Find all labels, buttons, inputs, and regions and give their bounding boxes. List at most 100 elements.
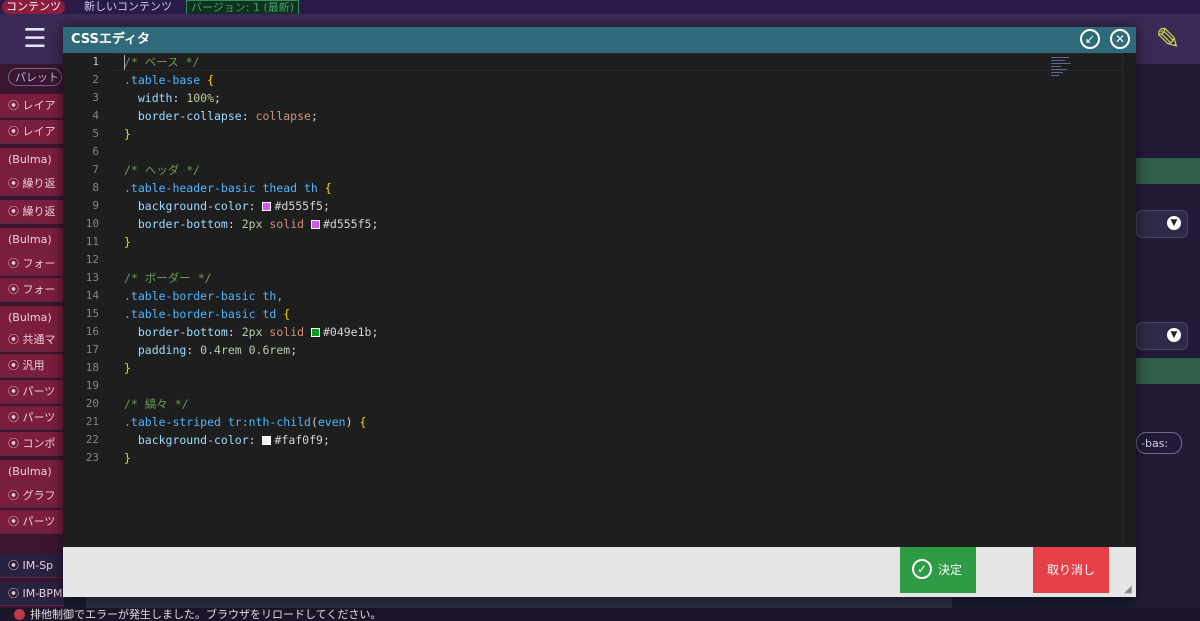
palette-item[interactable]: ⦿ フォー — [0, 278, 64, 302]
tab-content[interactable]: コンテンツ — [2, 0, 65, 14]
code-token: : — [186, 343, 201, 357]
palette-item[interactable]: ⦿ 繰り返 — [0, 200, 64, 224]
code-token: #faf0f9 — [274, 433, 323, 447]
vertical-scrollbar[interactable] — [1122, 53, 1136, 547]
line-number: 1 — [92, 55, 99, 68]
code-token: background-color — [124, 199, 249, 213]
pencil-icon[interactable]: ✎ — [1150, 22, 1186, 58]
code-token: ( — [310, 415, 318, 429]
property-section-header — [1136, 158, 1200, 184]
chevron-down-icon: ▼ — [1167, 216, 1181, 230]
code-token: #049e1b — [322, 325, 372, 339]
code-line: /* 縞々 */ — [124, 395, 189, 413]
line-number: 20 — [85, 397, 99, 410]
palette-item[interactable]: ⦿ IM-Sp — [0, 554, 64, 578]
line-number: 14 — [85, 289, 99, 302]
minimap[interactable] — [1051, 55, 1077, 81]
palette-item[interactable]: (Bulma) — [0, 460, 64, 484]
palette-item[interactable]: ⦿ コンポ — [0, 432, 64, 456]
app-top-bar: コンテンツ 新しいコンテンツ バージョン: 1 (最新) — [0, 0, 1200, 16]
code-token: /* 縞々 */ — [124, 397, 189, 411]
code-token: : — [248, 433, 263, 447]
code-line: .table-header-basic thead th { — [124, 179, 332, 197]
code-token: : — [172, 91, 187, 105]
code-line: } — [124, 449, 131, 467]
code-token: /* ヘッダ */ — [124, 163, 201, 177]
palette-item[interactable]: ⦿ レイア — [0, 120, 64, 144]
line-number: 8 — [92, 181, 99, 194]
code-token: ; — [290, 343, 298, 357]
palette-item[interactable]: ⦿ 汎用 — [0, 354, 64, 378]
code-token: 2px — [241, 217, 270, 231]
code-token: { — [324, 181, 332, 195]
line-number: 21 — [85, 415, 99, 428]
status-message: 排他制御でエラーが発生しました。ブラウザをリロードしてください。 — [30, 608, 382, 621]
code-token: : — [248, 199, 263, 213]
line-number: 10 — [85, 217, 99, 230]
code-token: ; — [322, 433, 330, 447]
palette-item[interactable]: ⦿ パーツ — [0, 406, 64, 430]
code-token: ; — [322, 199, 330, 213]
code-token: #d555f5 — [274, 199, 323, 213]
palette-search[interactable]: パレット — [8, 68, 62, 86]
line-number: 6 — [92, 145, 99, 158]
code-token: { — [283, 307, 291, 321]
property-select[interactable]: ▼ — [1136, 322, 1188, 350]
code-line: border-collapse: collapse; — [124, 107, 318, 125]
palette-item[interactable]: ⦿ パーツ — [0, 380, 64, 404]
code-line: .table-border-basic th, — [124, 287, 283, 305]
code-token: : — [241, 109, 256, 123]
code-token: border-collapse — [124, 109, 242, 123]
palette-item[interactable]: ⦿ 繰り返 — [0, 172, 64, 196]
code-token: 100% — [186, 91, 215, 105]
code-line: border-bottom: 2px solid #d555f5; — [124, 215, 379, 233]
palette-item[interactable]: ⦿ IM-BPM — [0, 582, 64, 606]
code-editor[interactable]: 1 2 3 4 5 6 7 8 9 10 11 12 13 14 15 16 17 18 19 20 21 22 23 /*… — [63, 53, 1136, 547]
property-section-header — [1136, 358, 1200, 384]
resize-grip-icon[interactable]: ◢ — [1124, 585, 1134, 595]
code-line: } — [124, 233, 131, 251]
dialog-footer: ✓ 決定 取り消し ◢ — [63, 547, 1136, 597]
palette-item[interactable]: ⦿ フォー — [0, 252, 64, 276]
code-token: width — [124, 91, 173, 105]
minimize-icon[interactable]: ↙ — [1080, 29, 1100, 49]
code-token: 0.4rem 0.6rem — [200, 343, 291, 357]
property-select[interactable]: ▼ — [1136, 210, 1188, 238]
palette-item[interactable]: ⦿ パーツ — [0, 510, 64, 534]
code-token: ; — [310, 109, 318, 123]
line-number: 19 — [85, 379, 99, 392]
palette-item[interactable]: ⦿ グラフ — [0, 484, 64, 508]
code-token: solid — [269, 325, 311, 339]
code-token: { — [207, 73, 215, 87]
line-number-gutter: 1 2 3 4 5 6 7 8 9 10 11 12 13 14 15 16 17 18 19 20 21 22 23 — [63, 53, 111, 547]
text-cursor — [124, 55, 125, 70]
line-number: 18 — [85, 361, 99, 374]
palette-item[interactable]: ⦿ レイア — [0, 94, 64, 118]
code-token: border-bottom — [124, 325, 228, 339]
line-number: 5 — [92, 127, 99, 140]
code-line: /* ヘッダ */ — [124, 161, 200, 179]
layers-icon[interactable]: ☰ — [18, 22, 52, 56]
tab-new-content[interactable]: 新しいコンテンツ — [80, 0, 176, 14]
code-token: /* ボーダー */ — [124, 271, 212, 285]
code-token: } — [124, 451, 131, 465]
code-token: 2px — [241, 325, 270, 339]
palette-item[interactable]: (Bulma) — [0, 148, 64, 172]
line-number: 2 — [92, 73, 99, 86]
color-swatch[interactable] — [262, 436, 272, 445]
line-number: 13 — [85, 271, 99, 284]
ok-button[interactable]: ✓ 決定 — [900, 547, 976, 593]
cancel-button[interactable]: 取り消し — [1033, 547, 1109, 593]
palette-item[interactable]: (Bulma) — [0, 306, 64, 330]
dialog-title: CSSエディタ — [71, 32, 151, 47]
class-input[interactable]: -bas: — [1136, 432, 1182, 454]
palette-item[interactable]: (Bulma) — [0, 228, 64, 252]
color-swatch[interactable] — [310, 220, 320, 229]
code-token: .table-border-basic td — [124, 307, 284, 321]
code-line: /* ボーダー */ — [124, 269, 212, 287]
close-icon[interactable]: ✕ — [1110, 29, 1130, 49]
color-swatch[interactable] — [310, 328, 320, 337]
chevron-down-icon: ▼ — [1167, 328, 1181, 342]
palette-item[interactable]: ⦿ 共通マ — [0, 328, 64, 352]
color-swatch[interactable] — [262, 202, 272, 211]
